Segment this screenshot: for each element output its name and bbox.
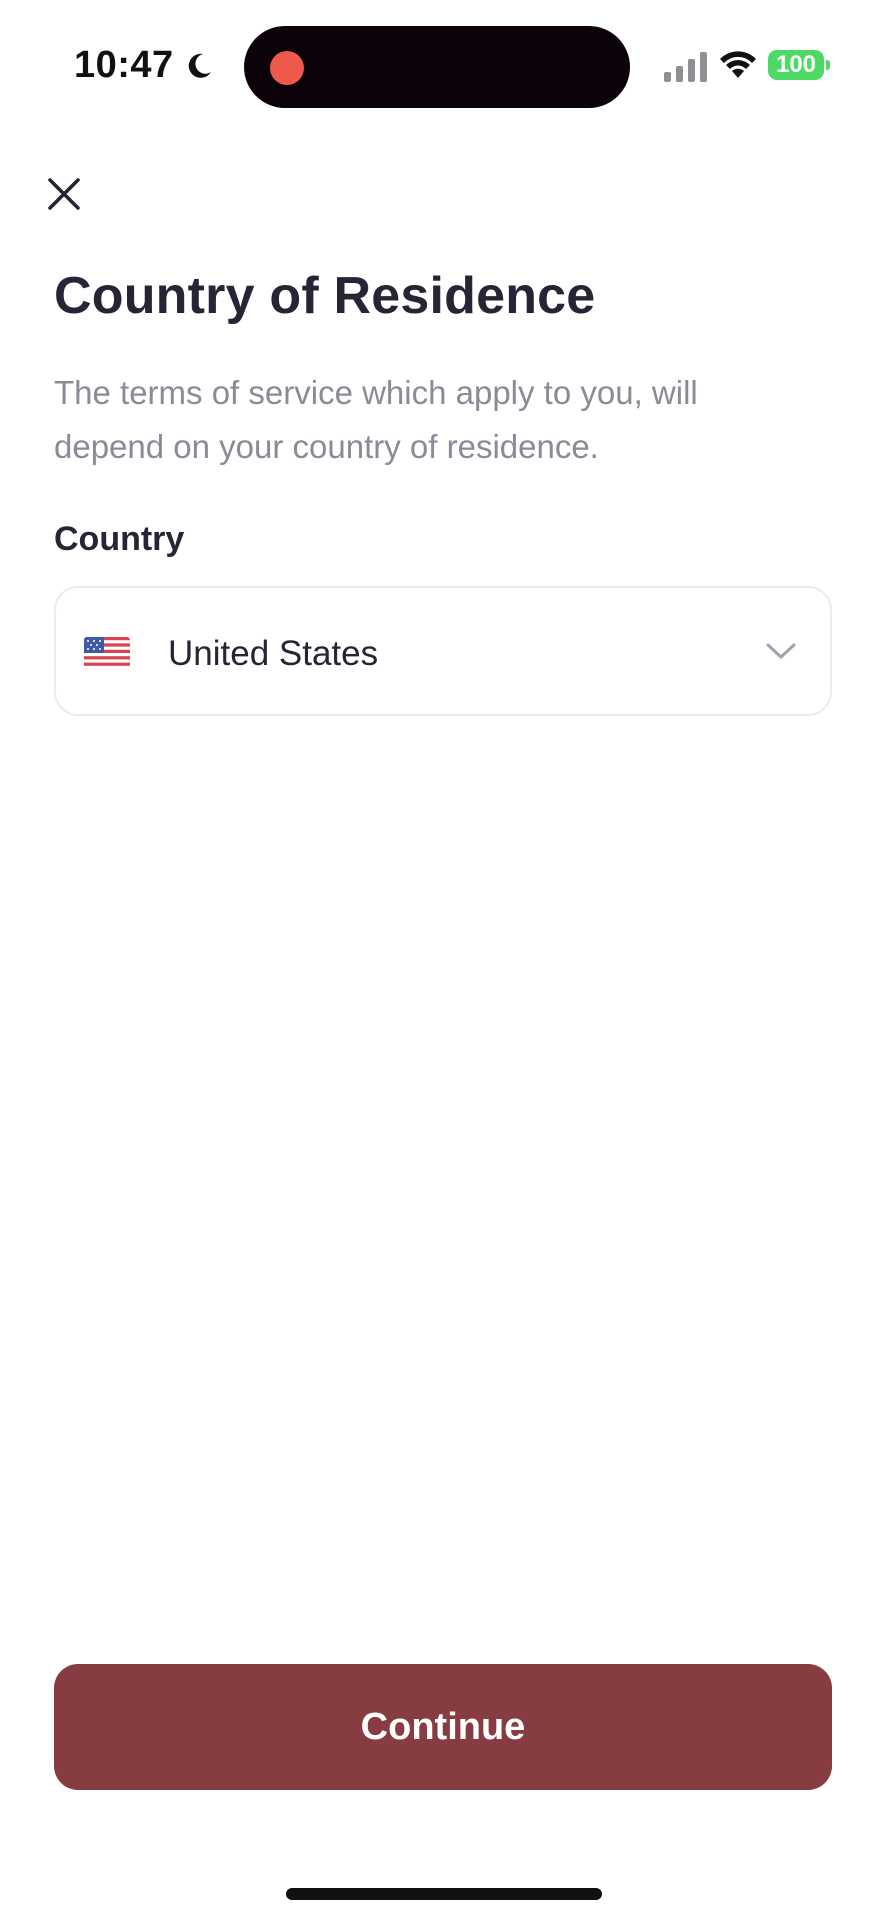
status-time-text: 10:47 xyxy=(74,44,174,86)
close-icon xyxy=(48,178,80,210)
battery-level: 100 xyxy=(775,51,817,78)
home-indicator[interactable] xyxy=(286,1888,602,1900)
wifi-icon xyxy=(720,51,756,78)
status-time: 10:47 xyxy=(74,44,214,87)
cellular-icon xyxy=(664,52,707,82)
battery-tip xyxy=(826,60,830,70)
country-field-label: Country xyxy=(54,520,185,558)
continue-button[interactable]: Continue xyxy=(54,1664,832,1790)
moon-icon xyxy=(188,53,211,78)
close-button[interactable] xyxy=(40,170,88,218)
recording-indicator-icon xyxy=(270,51,304,85)
page-description: The terms of service which apply to you,… xyxy=(54,374,698,465)
country-of-residence-screen: 10:47 100 Country of Residence The terms… xyxy=(0,0,886,1920)
status-bar: 10:47 100 xyxy=(0,0,886,130)
page-title: Country of Residence xyxy=(54,267,596,325)
battery-icon: 100 xyxy=(768,50,824,80)
country-select-value: United States xyxy=(168,634,379,673)
us-flag-icon xyxy=(84,637,130,669)
dynamic-island xyxy=(244,26,630,108)
country-select[interactable]: United States xyxy=(54,586,832,716)
chevron-down-icon xyxy=(766,643,796,659)
